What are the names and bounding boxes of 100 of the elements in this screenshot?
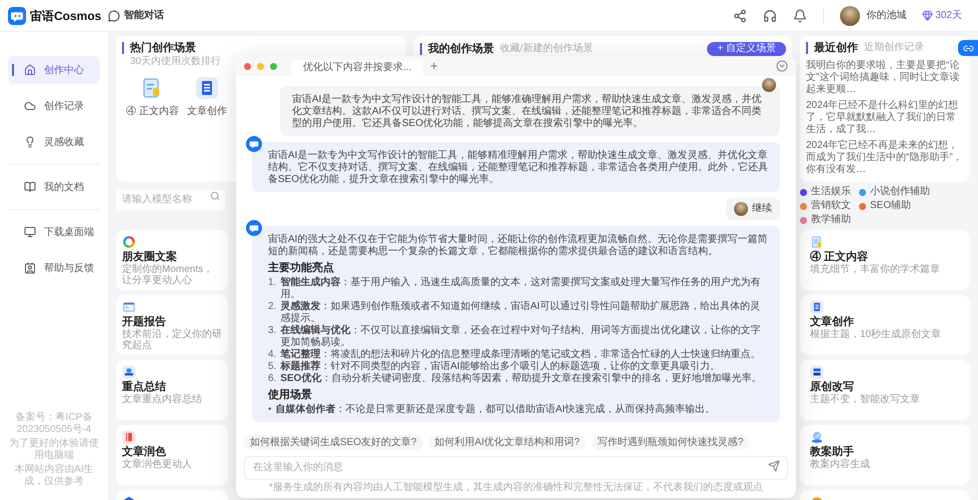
stamp-icon (122, 365, 136, 379)
list-item: 笔记整理：将凌乱的想法和碎片化的信息整理成条理清晰的笔记或文档，非常适合忙碌的人士快速归纳重点。 (280, 349, 760, 360)
card-title: 教案助手 (810, 446, 855, 458)
list-marker: • (268, 404, 272, 416)
sidebar-item[interactable]: 下载桌面端 (8, 218, 100, 246)
suggestion-chip[interactable]: 写作时遇到瓶颈如何快速找灵感? (592, 435, 750, 450)
recent-item[interactable]: 2024年已经不是什么科幻里的幻想了，它早就默默融入了我们的日常生活，成了我… (806, 100, 964, 136)
card-title: 文章润色 (122, 446, 167, 458)
chevron-down-icon[interactable] (776, 60, 788, 72)
card-title: 文章创作 (810, 316, 855, 328)
chat-icon (108, 10, 120, 22)
list-item: 在线编辑与优化：不仅可以直接编辑文章，还会在过程中对句子结构、用词等方面提出优化建议，让你的文字更加简畅易读。 (280, 325, 762, 348)
scene-card[interactable]: 重点总结 文章重点内容总结 (116, 360, 228, 420)
panel-title: 最近创作 (814, 42, 858, 54)
category-label[interactable]: 教学辅助 (811, 214, 851, 226)
disclaimer: *服务生成的所有内容均由人工智能模型生成，其生成内容的准确性和完整性无法保证，不代表我们的态度或观点 (268, 480, 764, 495)
list-marker: 4. (268, 349, 276, 361)
card-title: 原创改写 (810, 381, 855, 393)
scene-card[interactable]: 教案助手 教案内容生成 (800, 425, 970, 485)
sidebar-item[interactable]: 我的文档 (8, 173, 100, 201)
ring-icon (122, 235, 136, 249)
sidebar-item[interactable]: 灵感收藏 (8, 128, 100, 156)
custom-scene-button[interactable]: + 自定义场景 (707, 42, 786, 56)
chat-tab[interactable]: 优化以下内容并按要求... (291, 60, 424, 76)
search-field[interactable]: 请输入模型名称 (116, 190, 226, 210)
scene-shortcut[interactable]: ④ 正文内容 (126, 76, 179, 119)
accent-bar (806, 42, 808, 54)
contact-icon (24, 262, 36, 274)
headset-icon[interactable] (763, 8, 778, 22)
message-text: 继续 (752, 203, 772, 215)
share-icon[interactable] (733, 8, 748, 22)
document-icon (810, 300, 824, 314)
home-icon (24, 64, 36, 76)
category-label[interactable]: 小说创作辅助 (870, 186, 930, 198)
user-name[interactable]: 你的池城 (866, 8, 906, 23)
scene-card[interactable]: ④ 正文内容 填充细节，丰富你的学术篇章 (800, 230, 970, 290)
message-text: 宙语AI的强大之处不仅在于它能为你节省大量时间，还能让你的创作流程更加流畅自然。无论你是需要撰写一篇简短的新闻稿，还是需要构思一个复杂的长篇文章，它都能根据你的需求提供最合适的建议和语言结构。 (268, 234, 768, 258)
card-description: 根据主题，10秒生成原创文章 (810, 329, 942, 340)
clipboard-icon (810, 235, 824, 249)
footer-text: 为了更好的体验请使用电脑端 (8, 438, 100, 462)
card-description: 主题不变，智能改写文章 (810, 394, 921, 405)
window-icon (122, 300, 136, 314)
section-heading: 主要功能亮点 (268, 262, 335, 275)
footer-text: 本网站内容由AI生成，仅供参考 (13, 464, 95, 488)
category-label[interactable]: 生活娱乐 (811, 186, 851, 198)
scene-card[interactable]: 原创改写 主题不变，智能改写文章 (800, 360, 970, 420)
scene-card[interactable]: 文章创作 根据主题，10秒生成原创文章 (800, 295, 970, 355)
logo-icon (8, 6, 26, 24)
message-text: 宙语AI是一款专为中文写作设计的智能工具，能够准确理解用户需求，帮助快速生成文章、激发灵感，并优化文章结构。这款AI不仅可以进行对话、撰写文案、在线编辑，还能整理笔记和推荐标题，非常适合不同类型的用户使用。它还具备SEO优化功能，能够提高文章在搜索引擎中的曝光率。 (292, 94, 762, 130)
scene-card[interactable]: 开题报告 技术前沿，定义你的研究起点 (116, 295, 228, 355)
card-description: 文章重点内容总结 (122, 394, 203, 405)
pen-icon (810, 430, 824, 444)
list-marker: 5. (268, 361, 276, 373)
bell-icon[interactable] (793, 8, 808, 22)
accent-bar (420, 43, 422, 55)
list-marker: 2. (268, 301, 276, 314)
panel-subtitle: 30天内使用次数排行 (129, 56, 222, 68)
gem-icon (922, 10, 934, 21)
list-item: 自媒体创作者：不论是日常更新还是深度专题，都可以借助宙语AI快速完成，从而保持高频率输出。 (276, 404, 715, 416)
sidebar-item[interactable]: 创作记录 (8, 92, 100, 120)
card-description: 文章润色更动人 (122, 459, 193, 470)
sidebar-item[interactable]: 创作中心 (8, 56, 100, 84)
category-label[interactable]: 营销软文 (811, 200, 851, 212)
avatar (840, 6, 860, 26)
cloud-icon (24, 100, 36, 112)
card-description: 技术前沿，定义你的研究起点 (122, 329, 222, 351)
category-label[interactable]: SEO辅助 (870, 200, 912, 212)
scene-shortcut[interactable]: 文章创作 (186, 76, 227, 119)
avatar (734, 202, 748, 216)
scene-card[interactable]: 文章润色 文章润色更动人 (116, 425, 228, 485)
avatar (762, 78, 776, 92)
card-description: 填充细节，丰富你的学术篇章 (810, 264, 941, 275)
book-icon (122, 430, 136, 444)
lightbulb-icon (24, 136, 36, 148)
list-item: SEO优化：自动分析关键词密度、段落结构等因素，帮助提升文章在搜索引擎中的排名，更好地增加曝光率。 (280, 373, 762, 385)
list-marker: 1. (268, 277, 276, 290)
list-item: 灵感激发：如果遇到创作瓶颈或者不知道如何继续，宙语AI可以通过引导性问题帮助扩展思路，给出具体的灵感提示。 (280, 301, 761, 324)
card-title: ④ 正文内容 (810, 251, 870, 263)
recent-item[interactable]: 我明白你的要求啦，主要是要把“论文”这个词给搞趣味，同时让文章读起来更顺… (806, 60, 964, 96)
selection-indicator (12, 64, 14, 76)
search-icon (210, 191, 220, 201)
accent-bar (122, 42, 124, 54)
message-input[interactable]: 在这里输入你的消息 (244, 456, 788, 480)
suggestion-chip[interactable]: 如何利用AI优化文章结构和用词? (428, 435, 586, 450)
panel-subtitle: 近期创作记录 (864, 42, 924, 54)
app-name: 宙语Cosmos (30, 8, 102, 24)
assistant-avatar-icon (246, 220, 262, 236)
recent-item[interactable]: 2024年它已经不再是未来的幻想，而成为了我们生活中的“隐形助手”，你有没有发… (806, 140, 964, 176)
panel-subtitle: 收藏/新建的创作场景 (500, 43, 593, 55)
new-tab-icon[interactable] (429, 61, 440, 71)
float-button[interactable] (958, 40, 978, 56)
list-item: 智能生成内容：基于用户输入，迅速生成高质量的文本，这对需要撰写文案或处理大量写作任务的用户尤为有用。 (280, 277, 762, 300)
footer-text: 备案号：粤ICP备2023050505号-4 (14, 412, 94, 436)
sidebar-item[interactable]: 帮助与反馈 (8, 254, 100, 282)
suggestion-chip[interactable]: 如何根据关键词生成SEO友好的文章? (244, 435, 423, 450)
send-icon[interactable] (768, 460, 780, 472)
scene-card[interactable]: 朋友圈文案 定制你的Moments，让分享更动人心 (116, 230, 228, 290)
nav-tab[interactable]: 智能对话 (124, 8, 164, 23)
assistant-avatar-icon (246, 136, 262, 152)
document-icon (810, 365, 824, 379)
